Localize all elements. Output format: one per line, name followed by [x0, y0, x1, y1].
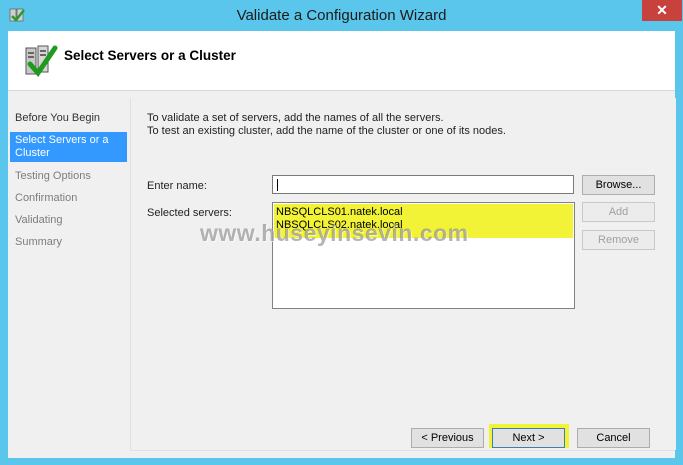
instructions: To validate a set of servers, add the na… — [147, 112, 506, 138]
wizard-steps-nav: Before You Begin Select Servers or a Clu… — [10, 98, 128, 450]
text-caret — [277, 179, 278, 191]
nav-step-before-you-begin[interactable]: Before You Begin — [10, 112, 127, 125]
server-list-item[interactable]: NBSQLCLS01.natek.local — [276, 206, 403, 219]
add-button[interactable]: Add — [582, 202, 655, 222]
close-button[interactable]: ✕ — [642, 0, 682, 21]
footer-divider — [130, 450, 675, 451]
next-button[interactable]: Next > — [492, 428, 565, 448]
title-bar: Validate a Configuration Wizard ✕ — [0, 0, 683, 31]
remove-button[interactable]: Remove — [582, 230, 655, 250]
selected-servers-list[interactable]: NBSQLCLS01.natek.local NBSQLCLS02.natek.… — [272, 202, 575, 309]
wizard-content: To validate a set of servers, add the na… — [130, 98, 676, 450]
instruction-line-1: To validate a set of servers, add the na… — [147, 112, 444, 124]
enter-name-label: Enter name: — [147, 180, 207, 192]
nav-step-confirmation: Confirmation — [15, 192, 78, 204]
nav-step-validating: Validating — [15, 214, 63, 226]
instruction-line-2: To test an existing cluster, add the nam… — [147, 125, 506, 137]
selected-servers-label: Selected servers: — [147, 207, 232, 219]
nav-step-testing-options: Testing Options — [15, 170, 91, 182]
previous-button[interactable]: < Previous — [411, 428, 484, 448]
enter-name-input[interactable] — [272, 175, 574, 194]
cluster-validate-icon — [25, 45, 58, 78]
browse-button[interactable]: Browse... — [582, 175, 655, 195]
page-title: Select Servers or a Cluster — [64, 48, 236, 63]
nav-step-select-servers[interactable]: Select Servers or a Cluster — [10, 132, 127, 162]
wizard-header: Select Servers or a Cluster — [8, 31, 675, 91]
cancel-button[interactable]: Cancel — [577, 428, 650, 448]
nav-step-summary: Summary — [15, 236, 63, 248]
watermark-text: www.huseyinsevin.com — [200, 220, 469, 246]
window-title: Validate a Configuration Wizard — [236, 7, 447, 24]
